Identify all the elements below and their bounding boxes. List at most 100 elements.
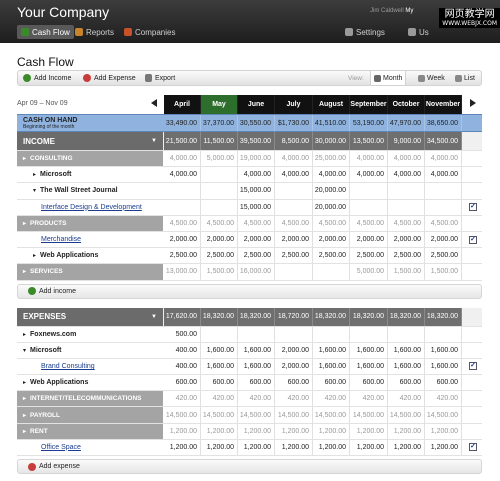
value-cell[interactable]: 20,000.00 [313,183,350,199]
value-cell[interactable]: 1,600.00 [425,342,462,358]
value-cell[interactable]: 20,000.00 [313,199,350,215]
collapsed-arrow-icon[interactable]: ▸ [23,155,26,162]
row-label[interactable]: ▾ Microsoft [17,343,163,358]
value-cell[interactable] [425,326,462,342]
value-cell[interactable]: 2,000.00 [275,342,313,358]
collapsed-arrow-icon[interactable]: ▸ [33,252,36,259]
value-cell[interactable]: 17,620.00 [164,307,201,326]
value-cell[interactable]: 1,200.00 [425,423,462,439]
value-cell[interactable]: 1,200.00 [164,423,201,439]
add-income-button[interactable]: Add income [17,283,482,299]
value-cell[interactable]: 2,000.00 [275,231,313,248]
row-label[interactable]: ▸ Web Applications [17,248,163,263]
value-cell[interactable] [201,183,238,199]
value-cell[interactable] [201,199,238,215]
value-cell[interactable]: 16,000.00 [238,264,275,280]
value-cell[interactable]: 18,320.00 [201,307,238,326]
value-cell[interactable]: 600.00 [425,375,462,391]
value-cell[interactable]: 600.00 [164,375,201,391]
value-cell[interactable]: 1,600.00 [238,358,275,375]
row-checkbox[interactable]: ✓ [469,443,477,452]
value-cell[interactable]: 14,500.00 [388,407,425,423]
value-cell[interactable]: 4,000.00 [313,167,350,183]
value-cell[interactable]: 1,600.00 [201,342,238,358]
row-link[interactable]: Merchandise [41,236,81,243]
value-cell[interactable]: 34,500.00 [425,132,462,150]
value-cell[interactable] [388,326,425,342]
value-cell[interactable]: 18,720.00 [275,307,313,326]
collapsed-arrow-icon[interactable]: ▸ [23,331,26,338]
value-cell[interactable]: 1,200.00 [388,439,425,455]
value-cell[interactable]: 4,500.00 [350,215,388,231]
value-cell[interactable]: 1,600.00 [201,358,238,375]
expanded-arrow-icon[interactable]: ▾ [33,187,36,194]
value-cell[interactable] [201,167,238,183]
value-cell[interactable]: 14,500.00 [201,407,238,423]
value-cell[interactable]: 1,200.00 [238,423,275,439]
collapsed-arrow-icon[interactable]: ▸ [23,428,26,435]
value-cell[interactable]: 15,000.00 [238,183,275,199]
value-cell[interactable]: 420.00 [275,391,313,407]
value-cell[interactable]: 2,000.00 [164,231,201,248]
value-cell[interactable] [350,326,388,342]
value-cell[interactable]: 25,000.00 [313,151,350,167]
value-cell[interactable]: 1,200.00 [313,439,350,455]
month-header[interactable]: April [164,95,201,114]
month-header[interactable]: July [275,95,313,114]
value-cell[interactable]: 1,200.00 [350,439,388,455]
user-link[interactable]: My [405,8,413,14]
value-cell[interactable] [238,326,275,342]
value-cell[interactable]: 5,000.00 [350,264,388,280]
value-cell[interactable]: 1,200.00 [350,423,388,439]
value-cell[interactable]: 4,000.00 [388,167,425,183]
row-checkbox[interactable]: ✓ [469,362,477,371]
value-cell[interactable]: 18,320.00 [238,307,275,326]
value-cell[interactable]: 4,500.00 [313,215,350,231]
value-cell[interactable]: 2,500.00 [350,248,388,264]
row-checkbox[interactable]: ✓ [469,235,477,244]
nav-companies[interactable]: Companies [124,25,175,39]
value-cell[interactable]: 1,500.00 [201,264,238,280]
value-cell[interactable]: 11,500.00 [201,132,238,150]
collapsed-arrow-icon[interactable]: ▸ [33,171,36,178]
collapsed-arrow-icon[interactable]: ▸ [23,268,26,275]
value-cell[interactable]: 420.00 [350,391,388,407]
nav-cash-flow[interactable]: Cash Flow [17,25,74,39]
value-cell[interactable]: 420.00 [164,391,201,407]
value-cell[interactable]: 1,500.00 [425,264,462,280]
value-cell[interactable] [275,183,313,199]
value-cell[interactable]: 14,500.00 [350,407,388,423]
month-header[interactable]: May [201,95,238,114]
value-cell[interactable]: 2,500.00 [201,248,238,264]
value-cell[interactable]: 14,500.00 [425,407,462,423]
value-cell[interactable]: 1,600.00 [238,342,275,358]
value-cell[interactable] [201,326,238,342]
value-cell[interactable]: 1,600.00 [313,358,350,375]
add-expense-button[interactable]: Add Expense [83,74,136,82]
value-cell[interactable]: 18,320.00 [350,307,388,326]
value-cell[interactable] [425,199,462,215]
value-cell[interactable]: 4,000.00 [275,167,313,183]
value-cell[interactable] [313,326,350,342]
value-cell[interactable]: 18,320.00 [313,307,350,326]
view-month-button[interactable]: Month [370,71,407,85]
value-cell[interactable]: 400.00 [164,358,201,375]
value-cell[interactable] [275,264,313,280]
value-cell[interactable]: 4,500.00 [388,215,425,231]
value-cell[interactable]: 1,200.00 [201,423,238,439]
value-cell[interactable]: 8,500.00 [275,132,313,150]
value-cell[interactable]: 1,200.00 [238,439,275,455]
value-cell[interactable]: 4,000.00 [350,167,388,183]
value-cell[interactable]: 1,200.00 [275,423,313,439]
value-cell[interactable] [388,199,425,215]
value-cell[interactable]: 1,600.00 [388,358,425,375]
view-week-button[interactable]: Week [415,71,448,85]
value-cell[interactable] [275,326,313,342]
month-header[interactable]: September [350,95,388,114]
value-cell[interactable]: 2,500.00 [164,248,201,264]
value-cell[interactable]: 2,000.00 [350,231,388,248]
value-cell[interactable]: 1,600.00 [350,342,388,358]
collapsed-arrow-icon[interactable]: ▸ [23,412,26,419]
add-income-button[interactable]: Add Income [23,74,71,82]
value-cell[interactable]: 1,600.00 [425,358,462,375]
